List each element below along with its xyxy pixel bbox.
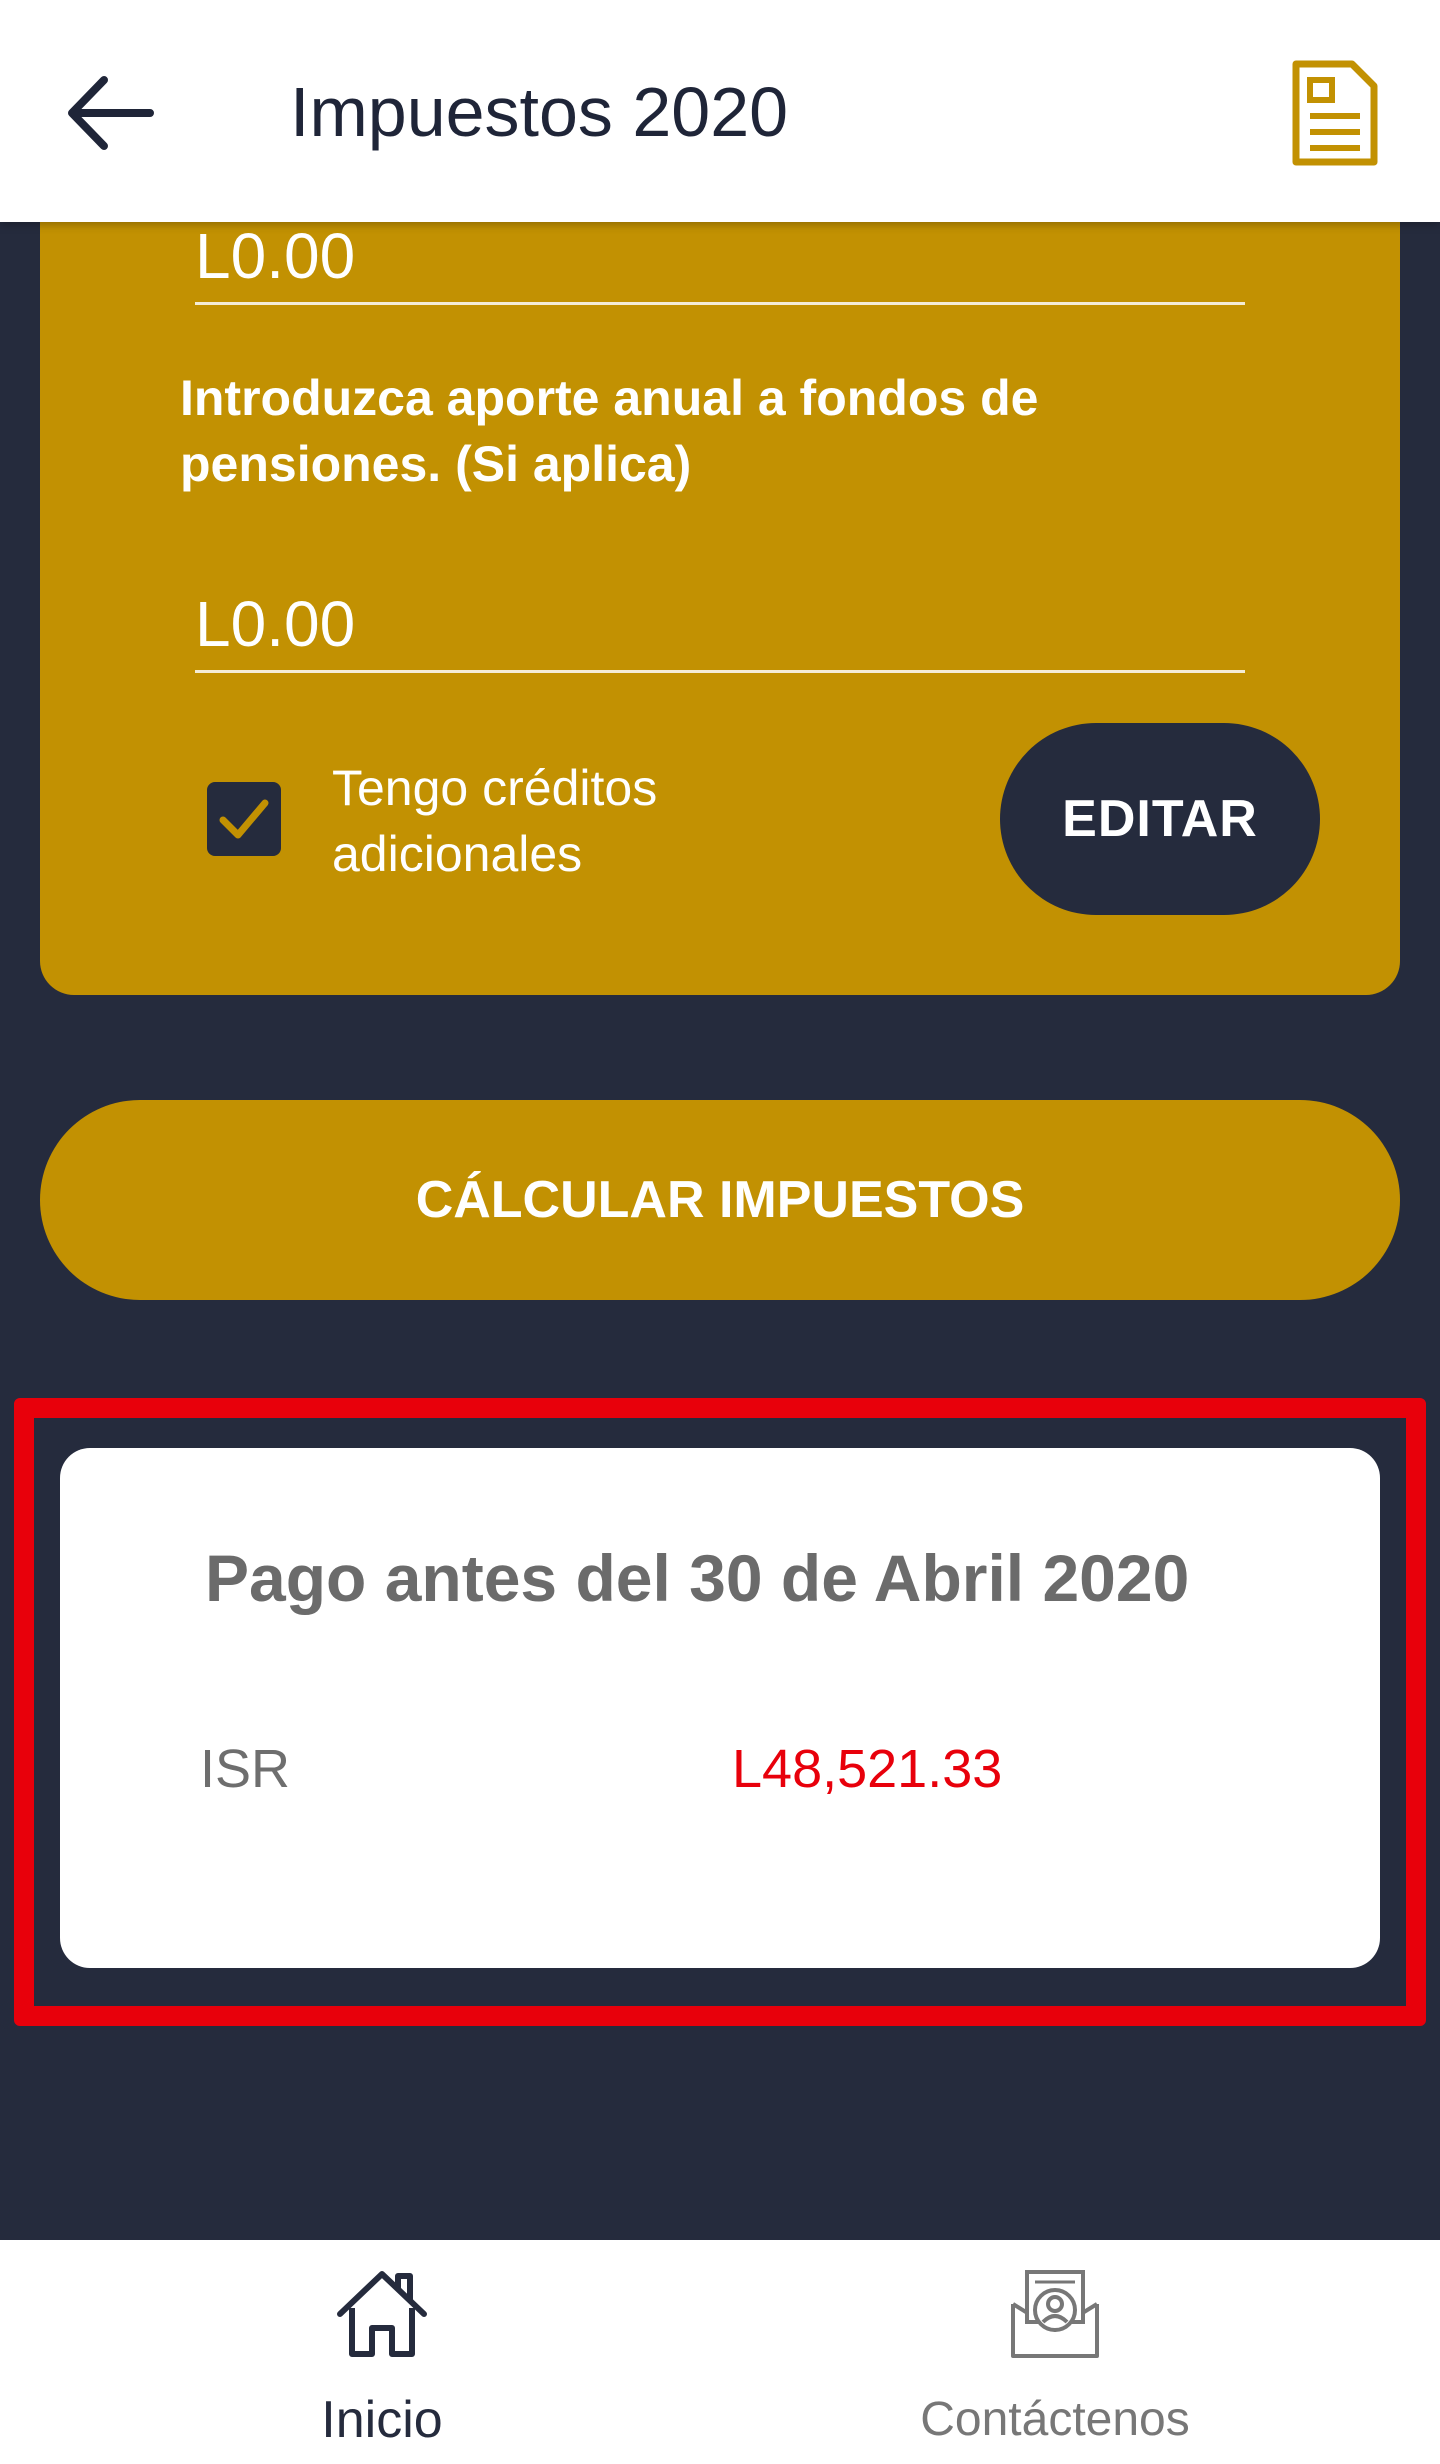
pension-field-value: L0.00	[195, 588, 356, 660]
home-icon	[337, 2271, 427, 2357]
document-button[interactable]	[1290, 58, 1380, 168]
check-icon	[219, 799, 269, 839]
document-icon	[1292, 60, 1378, 166]
pension-prompt: Introduzca aporte anual a fondos de pens…	[180, 370, 1039, 492]
app-header: Impuestos 2020	[0, 0, 1440, 222]
additional-credits-checkbox[interactable]	[207, 782, 281, 856]
isr-label: ISR	[200, 1739, 291, 1799]
page-title: Impuestos 2020	[290, 73, 789, 151]
amount-field[interactable]: L0.00	[195, 210, 1245, 305]
amount-field-value: L0.00	[195, 220, 356, 292]
result-card: Pago antes del 30 de Abril 2020 ISR L48,…	[60, 1448, 1380, 1968]
isr-value: L48,521.33	[732, 1739, 1003, 1799]
edit-button[interactable]: EDITAR	[1000, 723, 1320, 915]
result-title: Pago antes del 30 de Abril 2020	[205, 1541, 1190, 1615]
calculate-taxes-button[interactable]: CÁLCULAR IMPUESTOS	[40, 1100, 1400, 1300]
contact-card-icon	[1011, 2270, 1099, 2358]
bottom-navigation: Inicio Contáctenos	[0, 2240, 1440, 2464]
additional-credits-label: Tengo créditos adicionales	[332, 760, 658, 882]
nav-contactenos-label: Contáctenos	[920, 2393, 1190, 2446]
nav-inicio-label: Inicio	[321, 2391, 443, 2449]
back-button[interactable]	[60, 70, 160, 156]
pension-field[interactable]: L0.00	[195, 570, 1245, 673]
nav-inicio[interactable]: Inicio	[182, 2240, 582, 2464]
arrow-left-icon	[68, 76, 154, 150]
nav-contactenos[interactable]: Contáctenos	[855, 2240, 1255, 2464]
